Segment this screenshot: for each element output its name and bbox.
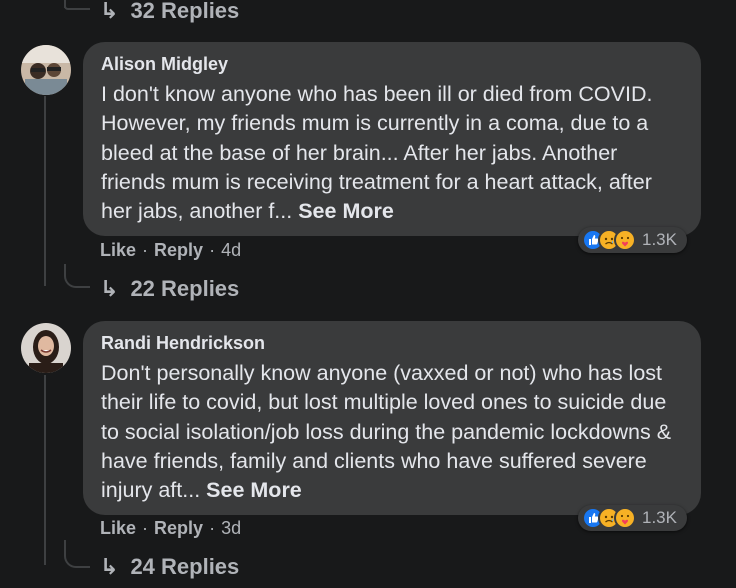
- thread-line-left: [44, 96, 46, 286]
- care-reaction-icon: [614, 229, 636, 251]
- reaction-summary[interactable]: 1.3K: [578, 505, 687, 531]
- reply-button[interactable]: Reply: [154, 240, 203, 261]
- replies-label: 22 Replies: [130, 276, 240, 301]
- replies-label: 24 Replies: [130, 554, 240, 579]
- separator: ·: [209, 240, 216, 260]
- separator: ·: [142, 518, 149, 538]
- separator: ·: [209, 518, 216, 538]
- view-replies-link[interactable]: ↳ 32 Replies: [100, 0, 239, 24]
- comment-author[interactable]: Alison Midgley: [101, 54, 683, 75]
- comment-body: Don't personally know anyone (vaxxed or …: [101, 361, 672, 503]
- thread-line-reply-1: [64, 264, 90, 288]
- reaction-count: 1.3K: [642, 508, 677, 527]
- avatar[interactable]: [21, 323, 71, 373]
- separator: ·: [142, 240, 149, 260]
- reaction-count: 1.3K: [642, 230, 677, 249]
- comment-bubble: Randi Hendrickson Don't personally know …: [83, 321, 701, 515]
- reply-button[interactable]: Reply: [154, 518, 203, 539]
- comment-author[interactable]: Randi Hendrickson: [101, 333, 683, 354]
- thread-line-top-curve: [64, 6, 90, 10]
- comment-text: Don't personally know anyone (vaxxed or …: [101, 359, 683, 505]
- like-button[interactable]: Like: [100, 240, 136, 261]
- like-button[interactable]: Like: [100, 518, 136, 539]
- comment-actions: Like · Reply · 3d: [100, 518, 241, 539]
- comment-timestamp[interactable]: 4d: [221, 240, 241, 261]
- comment-actions: Like · Reply · 4d: [100, 240, 241, 261]
- thread-line-left-2: [44, 375, 46, 565]
- reply-arrow-icon: ↳: [100, 554, 119, 579]
- comment-bubble: Alison Midgley I don't know anyone who h…: [83, 42, 701, 236]
- reply-arrow-icon: ↳: [100, 0, 119, 23]
- view-replies-link[interactable]: ↳ 24 Replies: [100, 554, 239, 580]
- reaction-summary[interactable]: 1.3K: [578, 227, 687, 253]
- reply-arrow-icon: ↳: [100, 276, 119, 301]
- comment-text: I don't know anyone who has been ill or …: [101, 80, 683, 226]
- care-reaction-icon: [614, 507, 636, 529]
- avatar[interactable]: [21, 45, 71, 95]
- see-more-link[interactable]: See More: [298, 199, 394, 223]
- see-more-link[interactable]: See More: [206, 478, 302, 502]
- thread-line-reply-2: [64, 540, 90, 568]
- comment-timestamp[interactable]: 3d: [221, 518, 241, 539]
- replies-label: 32 Replies: [130, 0, 240, 23]
- view-replies-link[interactable]: ↳ 22 Replies: [100, 276, 239, 302]
